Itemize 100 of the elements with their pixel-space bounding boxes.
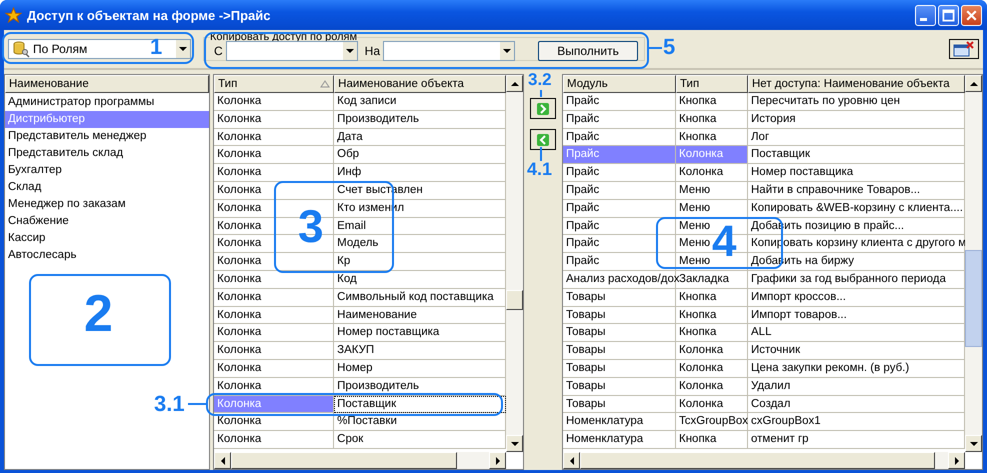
table-cell[interactable]: Меню <box>676 182 748 200</box>
vertical-scrollbar[interactable] <box>965 75 982 452</box>
column-header[interactable]: Тип <box>676 75 748 93</box>
table-cell[interactable]: %Поставки <box>334 413 506 432</box>
table-cell[interactable]: Прайс <box>563 93 676 111</box>
table-cell[interactable]: Прайс <box>563 182 676 200</box>
scroll-left-button[interactable] <box>214 452 232 469</box>
table-cell[interactable]: Копировать &WEB-корзину с клиента.... <box>748 200 965 218</box>
table-cell[interactable]: Колонка <box>676 342 748 360</box>
table-cell[interactable]: отменит гр <box>748 431 965 449</box>
horizontal-scrollbar[interactable] <box>214 452 506 469</box>
role-item[interactable]: Представитель склад <box>5 145 210 162</box>
scroll-right-button[interactable] <box>489 452 506 469</box>
table-cell[interactable]: Цена закупки рекомн. (в руб.) <box>748 360 965 378</box>
table-cell[interactable]: Производитель <box>334 110 506 129</box>
table-cell[interactable]: Срок <box>334 431 506 449</box>
column-header[interactable]: Наименование объекта <box>334 75 506 93</box>
scroll-right-button[interactable] <box>948 452 965 469</box>
minimize-button[interactable] <box>915 4 936 26</box>
vertical-scrollbar[interactable] <box>506 75 524 452</box>
table-cell[interactable]: Номенклатура <box>563 431 676 449</box>
close-button[interactable] <box>961 4 982 26</box>
table-cell[interactable]: Импорт товаров... <box>748 306 965 324</box>
table-cell[interactable]: Графики за год выбранного периода <box>748 270 965 289</box>
table-cell[interactable]: Номенклатура <box>563 413 676 432</box>
table-cell[interactable]: TcxGroupBox <box>676 413 748 432</box>
table-cell[interactable]: Прайс <box>563 110 676 129</box>
table-cell[interactable]: Колонка <box>214 413 334 432</box>
role-item[interactable]: Снабжение <box>5 213 210 230</box>
table-cell[interactable]: Номер поставщика <box>334 324 506 342</box>
deny-access-button[interactable] <box>530 129 556 150</box>
table-cell[interactable]: Колонка <box>214 110 334 129</box>
table-cell[interactable]: Товары <box>563 306 676 324</box>
table-cell[interactable]: Колонка <box>214 146 334 164</box>
table-cell[interactable]: Колонка <box>676 164 748 182</box>
table-cell[interactable]: Наименование <box>334 306 506 324</box>
scroll-down-button[interactable] <box>965 435 982 452</box>
table-cell[interactable]: Колонка <box>676 360 748 378</box>
table-cell[interactable]: Создал <box>748 396 965 414</box>
table-cell[interactable]: Дата <box>334 128 506 146</box>
scrollbar-thumb[interactable] <box>965 250 982 347</box>
table-cell[interactable]: Источник <box>748 342 965 360</box>
table-cell[interactable]: Импорт кроссов... <box>748 288 965 307</box>
role-item[interactable]: Администратор программы <box>5 94 210 111</box>
table-cell[interactable]: Товары <box>563 324 676 342</box>
table-cell[interactable]: Прайс <box>563 235 676 254</box>
table-cell[interactable]: Прайс <box>563 253 676 271</box>
table-cell[interactable]: Колонка <box>214 288 334 307</box>
table-cell[interactable]: Колонка <box>214 360 334 378</box>
table-cell[interactable]: Поставщик <box>748 146 965 164</box>
table-cell[interactable]: Колонка <box>214 324 334 342</box>
close-form-button[interactable] <box>949 39 979 59</box>
column-header[interactable]: Тип <box>214 75 334 93</box>
role-item[interactable]: Бухгалтер <box>5 162 210 179</box>
table-cell[interactable]: Товары <box>563 342 676 360</box>
table-cell[interactable]: Товары <box>563 288 676 307</box>
table-cell[interactable]: Колонка <box>676 378 748 396</box>
table-cell[interactable]: Колонка <box>214 253 334 271</box>
table-cell[interactable]: Колонка <box>214 128 334 146</box>
table-cell[interactable]: Колонка <box>214 306 334 324</box>
table-cell[interactable]: Символьный код поставщика <box>334 288 506 307</box>
table-cell[interactable]: Поставщик <box>334 396 506 414</box>
table-cell[interactable]: Колонка <box>214 93 334 111</box>
role-item[interactable]: Представитель менеджер <box>5 128 210 145</box>
table-cell[interactable]: Товары <box>563 360 676 378</box>
table-cell[interactable]: Кнопка <box>676 324 748 342</box>
table-cell[interactable]: Прайс <box>563 164 676 182</box>
table-cell[interactable]: Кнопка <box>676 288 748 307</box>
table-cell[interactable]: Код <box>334 270 506 289</box>
scroll-left-button[interactable] <box>563 452 580 469</box>
role-item[interactable]: Кассир <box>5 230 210 247</box>
table-cell[interactable]: Кнопка <box>676 93 748 111</box>
table-cell[interactable]: Код записи <box>334 93 506 111</box>
table-cell[interactable]: Номер поставщика <box>748 164 965 182</box>
table-cell[interactable]: Удалил <box>748 378 965 396</box>
column-header[interactable]: Нет доступа: Наименование объекта <box>748 75 965 93</box>
column-header[interactable]: Модуль <box>563 75 676 93</box>
table-cell[interactable]: Кнопка <box>676 110 748 129</box>
table-cell[interactable]: Модель <box>334 235 506 254</box>
scroll-up-button[interactable] <box>965 75 982 92</box>
table-cell[interactable]: Обр <box>334 146 506 164</box>
run-button[interactable]: Выполнить <box>538 40 638 60</box>
column-header[interactable]: Наименование <box>5 75 210 93</box>
table-cell[interactable]: Колонка <box>676 396 748 414</box>
table-cell[interactable]: ЗАКУП <box>334 342 506 360</box>
table-cell[interactable]: Email <box>334 218 506 236</box>
table-cell[interactable]: cxGroupBox1 <box>748 413 965 432</box>
table-cell[interactable]: Кнопка <box>676 431 748 449</box>
table-cell[interactable]: Кнопка <box>676 306 748 324</box>
table-cell[interactable]: Кр <box>334 253 506 271</box>
table-cell[interactable]: Прайс <box>563 218 676 236</box>
table-cell[interactable]: Номер <box>334 360 506 378</box>
role-item[interactable]: Склад <box>5 179 210 196</box>
scroll-down-button[interactable] <box>506 435 524 452</box>
table-cell[interactable]: Товары <box>563 378 676 396</box>
table-cell[interactable]: Лог <box>748 128 965 146</box>
role-item[interactable]: Автослесарь <box>5 247 210 264</box>
grant-access-button[interactable] <box>530 98 556 119</box>
table-cell[interactable]: История <box>748 110 965 129</box>
table-cell[interactable]: Найти в справочнике Товаров... <box>748 182 965 200</box>
